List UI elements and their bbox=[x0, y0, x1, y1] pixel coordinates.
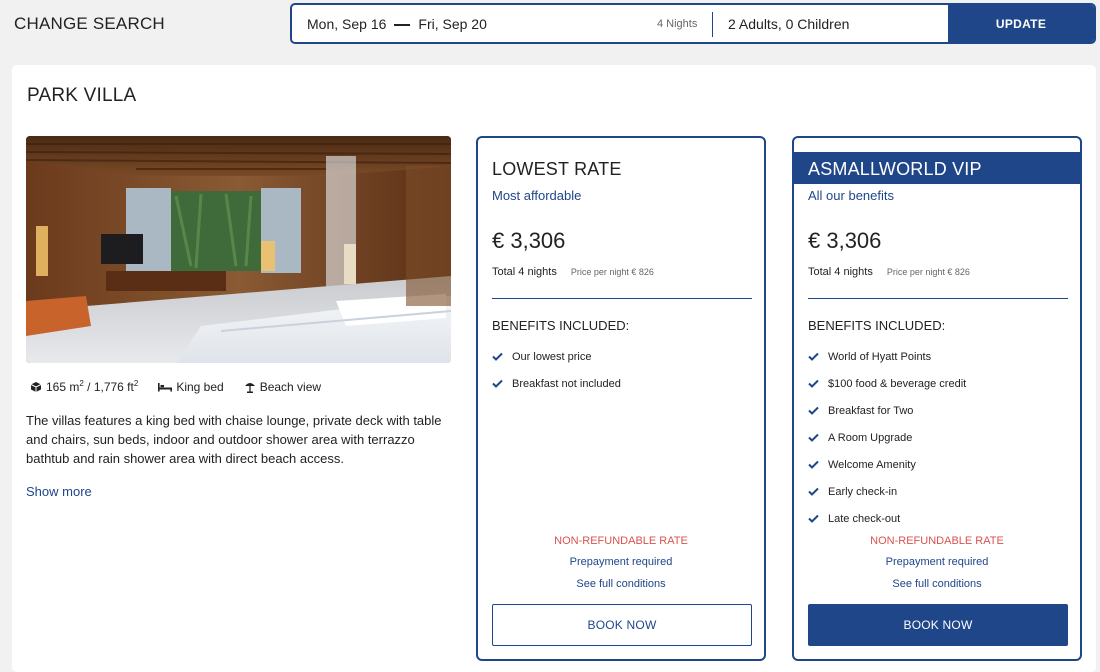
check-icon bbox=[808, 352, 819, 361]
rate-price: € 3,306 bbox=[492, 228, 566, 253]
benefit-item: $100 food & beverage credit bbox=[808, 370, 966, 397]
check-icon bbox=[808, 433, 819, 442]
benefit-item: Breakfast not included bbox=[492, 370, 621, 397]
rate-card-lowest: LOWEST RATE Most affordable € 3,306 Tota… bbox=[476, 136, 766, 661]
search-box[interactable]: Mon, Sep 16 Fri, Sep 20 4 Nights 2 Adults… bbox=[290, 3, 1096, 44]
rate-title: LOWEST RATE bbox=[492, 159, 622, 179]
rate-title: ASMALLWORLD VIP bbox=[808, 159, 982, 179]
update-button[interactable]: UPDATE bbox=[948, 5, 1094, 42]
room-view: Beach view bbox=[244, 380, 321, 394]
check-icon bbox=[492, 379, 503, 388]
price-per-night: Price per night € 826 bbox=[886, 267, 970, 277]
cube-icon bbox=[30, 381, 42, 392]
benefits-list: Our lowest price Breakfast not included bbox=[492, 343, 621, 397]
room-amenities: 165 m2 / 1,776 ft2 King bed Beach view bbox=[30, 379, 321, 394]
room-size: 165 m2 / 1,776 ft2 bbox=[30, 379, 138, 394]
book-now-button[interactable]: BOOK NOW bbox=[808, 604, 1068, 646]
benefit-item: Welcome Amenity bbox=[808, 451, 966, 478]
change-search-heading: CHANGE SEARCH bbox=[14, 14, 165, 33]
price-per-night: Price per night € 826 bbox=[570, 267, 654, 277]
benefits-heading: BENEFITS INCLUDED: bbox=[808, 318, 946, 333]
check-out-date[interactable]: Fri, Sep 20 bbox=[418, 16, 486, 32]
date-dash bbox=[394, 24, 411, 27]
room-description: The villas features a king bed with chai… bbox=[26, 413, 442, 466]
rate-total: Total 4 nights Price per night € 826 bbox=[492, 266, 654, 278]
benefit-item: Late check-out bbox=[808, 505, 966, 532]
room-bed: King bed bbox=[158, 380, 224, 394]
bed-icon bbox=[158, 382, 173, 391]
rate-subtitle: Most affordable bbox=[492, 188, 582, 203]
benefits-heading: BENEFITS INCLUDED: bbox=[492, 318, 630, 333]
benefit-item: Breakfast for Two bbox=[808, 397, 966, 424]
beach-umbrella-icon bbox=[244, 382, 255, 393]
non-refundable-label: NON-REFUNDABLE RATE bbox=[554, 535, 688, 547]
show-more-link[interactable]: Show more bbox=[26, 484, 92, 499]
check-in-date[interactable]: Mon, Sep 16 bbox=[307, 16, 386, 32]
check-icon bbox=[492, 352, 503, 361]
see-conditions-link[interactable]: See full conditions bbox=[794, 578, 1080, 590]
rate-divider bbox=[808, 298, 1068, 299]
see-conditions-link[interactable]: See full conditions bbox=[478, 578, 764, 590]
check-icon bbox=[808, 514, 819, 523]
benefit-item: World of Hyatt Points bbox=[808, 343, 966, 370]
benefit-item: Early check-in bbox=[808, 478, 966, 505]
rate-card-vip: ASMALLWORLD VIP All our benefits € 3,306… bbox=[792, 136, 1082, 661]
prepayment-label: Prepayment required bbox=[885, 556, 989, 568]
rate-divider bbox=[492, 298, 752, 299]
check-icon bbox=[808, 460, 819, 469]
search-divider bbox=[712, 12, 713, 37]
room-size-text: 165 m2 / 1,776 ft2 bbox=[46, 379, 139, 394]
rate-price: € 3,306 bbox=[808, 228, 882, 253]
search-bar: CHANGE SEARCH Mon, Sep 16 Fri, Sep 20 4 N… bbox=[0, 0, 1100, 58]
prepayment-label: Prepayment required bbox=[569, 556, 673, 568]
non-refundable-label: NON-REFUNDABLE RATE bbox=[870, 535, 1004, 547]
benefits-list: World of Hyatt Points $100 food & bevera… bbox=[808, 343, 966, 532]
check-icon bbox=[808, 487, 819, 496]
check-icon bbox=[808, 406, 819, 415]
rate-total: Total 4 nights Price per night € 826 bbox=[808, 266, 970, 278]
check-icon bbox=[808, 379, 819, 388]
date-range[interactable]: Mon, Sep 16 Fri, Sep 20 bbox=[307, 16, 487, 32]
nights-count: 4 Nights bbox=[657, 18, 698, 30]
benefit-item: Our lowest price bbox=[492, 343, 621, 370]
book-now-button[interactable]: BOOK NOW bbox=[492, 604, 752, 646]
squared-ft-sup: 2 bbox=[133, 379, 139, 388]
room-photo[interactable] bbox=[26, 136, 451, 363]
rate-subtitle: All our benefits bbox=[808, 188, 894, 203]
guests-selector[interactable]: 2 Adults, 0 Children bbox=[728, 16, 849, 32]
room-photo-illustration bbox=[26, 136, 451, 363]
room-title: PARK VILLA bbox=[27, 85, 137, 106]
room-card: PARK VILLA 165 m2 / 1,776 ft2 King bed B… bbox=[12, 65, 1096, 672]
benefit-item: A Room Upgrade bbox=[808, 424, 966, 451]
